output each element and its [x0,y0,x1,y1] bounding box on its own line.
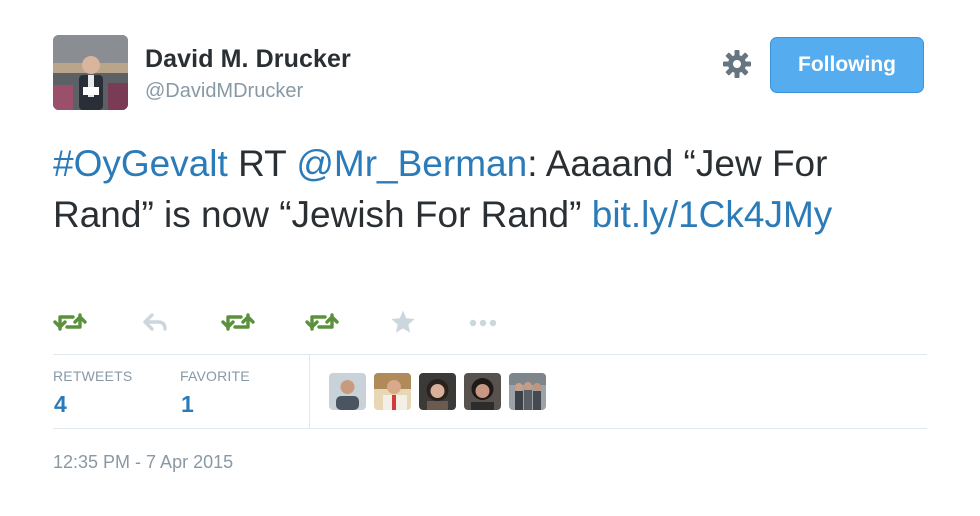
user-avatar-icon[interactable] [509,373,546,410]
gear-icon[interactable] [720,47,754,81]
following-button[interactable]: Following [770,37,924,93]
author-handle[interactable]: @DavidMDrucker [145,80,303,103]
author-avatar[interactable] [53,35,128,110]
tweet-text-segment: RT [227,143,297,184]
favorite-star-icon[interactable] [390,302,416,342]
retweet-icon[interactable] [53,302,87,342]
retweet-icon[interactable] [221,302,255,342]
tweet-timestamp[interactable]: 12:35 PM - 7 Apr 2015 [53,452,233,473]
favorites-count[interactable]: 1 [181,391,194,418]
user-avatar-icon[interactable] [464,373,501,410]
mention-link[interactable]: @Mr_Berman [296,143,527,184]
more-options-icon[interactable] [467,302,499,342]
hashtag-link[interactable]: #OyGevalt [53,143,228,184]
divider [309,355,310,428]
retweets-label[interactable]: RETWEETS [53,368,132,384]
favorites-label[interactable]: FAVORITE [180,368,250,384]
retweet-icon[interactable] [305,302,339,342]
url-link[interactable]: bit.ly/1Ck4JMy [592,194,833,235]
user-avatar-icon[interactable] [419,373,456,410]
profile-photo-icon [53,35,128,110]
divider [53,428,927,429]
retweets-count[interactable]: 4 [54,391,67,418]
user-avatar-icon[interactable] [374,373,411,410]
author-display-name[interactable]: David M. Drucker [145,45,351,74]
user-avatar-icon[interactable] [329,373,366,410]
divider [53,354,927,355]
tweet-text: #OyGevalt RT @Mr_Berman: Aaaand “Jew For… [53,138,933,240]
reply-icon[interactable] [141,302,169,342]
